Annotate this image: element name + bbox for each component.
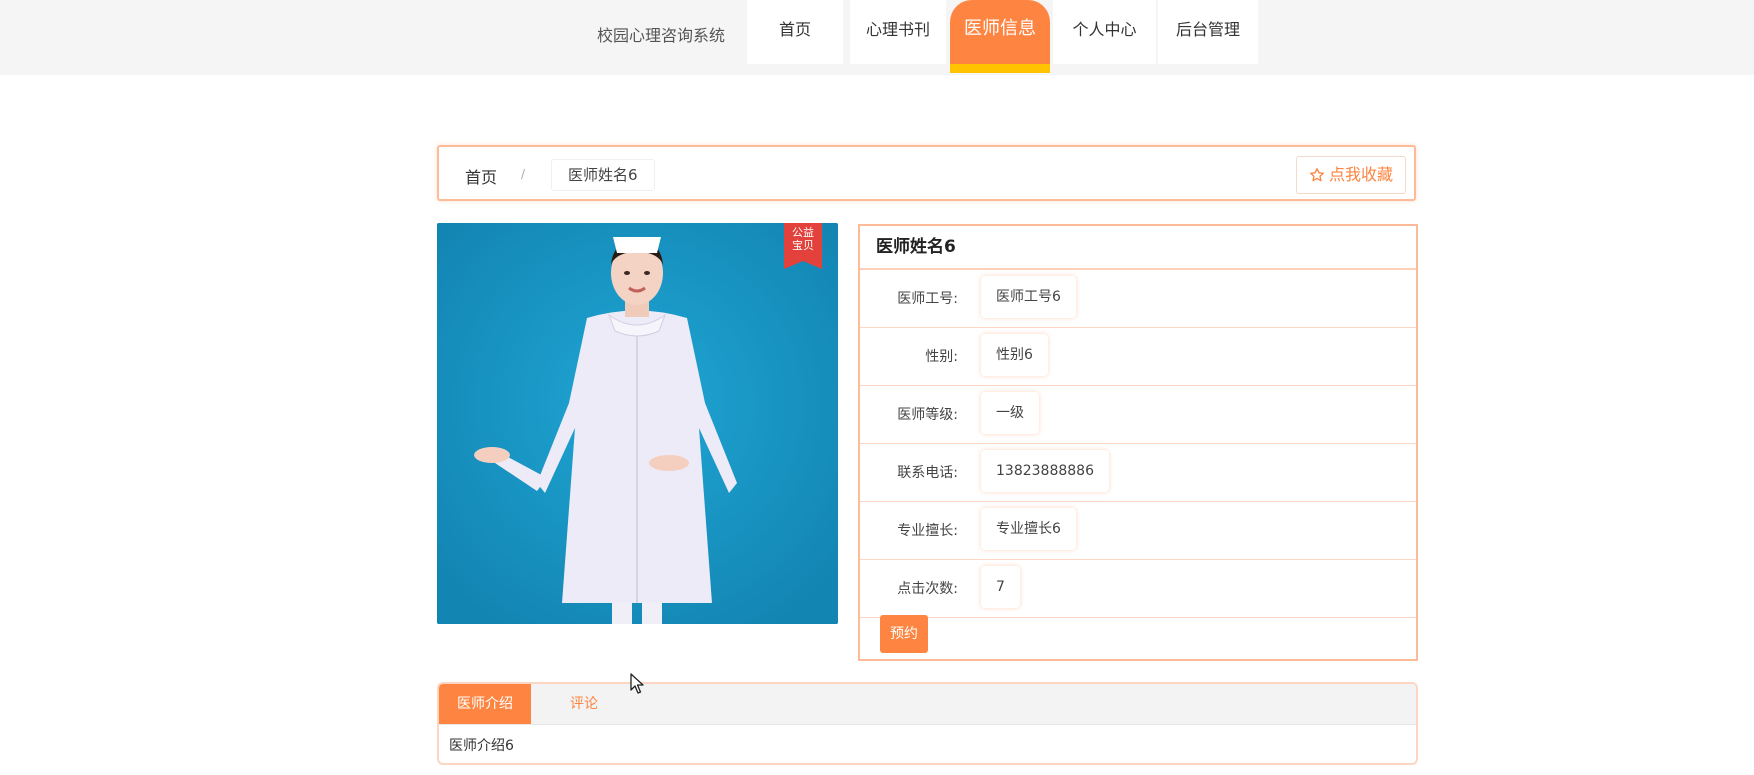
- nav-item-personal-center[interactable]: 个人中心: [1053, 0, 1156, 64]
- detail-value: 一级: [981, 392, 1039, 434]
- detail-value: 专业擅长6: [981, 508, 1076, 550]
- detail-value: 性别6: [981, 334, 1048, 376]
- book-appointment-button[interactable]: 预约: [880, 615, 928, 653]
- doctor-illustration: [437, 223, 838, 624]
- charity-badge: 公益 宝贝: [784, 223, 822, 269]
- detail-row-gender: 性别: 性别6: [860, 328, 1416, 386]
- doctor-name-title: 医师姓名6: [860, 226, 1416, 270]
- detail-label: 性别:: [925, 349, 958, 365]
- site-title: 校园心理咨询系统: [597, 26, 726, 45]
- breadcrumb: 首页 / 医师姓名6 点我收藏: [437, 145, 1416, 201]
- detail-label: 专业擅长:: [897, 523, 958, 539]
- breadcrumb-current: 医师姓名6: [551, 159, 655, 191]
- mouse-cursor-icon: [630, 673, 644, 694]
- detail-row-level: 医师等级: 一级: [860, 386, 1416, 444]
- detail-value: 7: [981, 566, 1020, 608]
- detail-row-specialty: 专业擅长: 专业擅长6: [860, 502, 1416, 560]
- tab-comments[interactable]: 评论: [531, 684, 637, 724]
- detail-row-employee-id: 医师工号: 医师工号6: [860, 270, 1416, 328]
- tab-content: 医师介绍6: [449, 738, 514, 754]
- nav-item-admin[interactable]: 后台管理: [1158, 0, 1258, 64]
- detail-label: 联系电话:: [897, 465, 958, 481]
- detail-label: 点击次数:: [897, 581, 958, 597]
- favorite-button[interactable]: 点我收藏: [1295, 156, 1406, 194]
- doctor-detail-panel: 医师姓名6 医师工号: 医师工号6 性别: 性别6 医师等级: 一级 联系电话:…: [858, 224, 1418, 661]
- detail-row-click-count: 点击次数: 7: [860, 560, 1416, 618]
- nav-item-journals[interactable]: 心理书刊: [850, 0, 946, 64]
- tab-doctor-intro[interactable]: 医师介绍: [439, 684, 531, 724]
- doctor-photo: 公益 宝贝: [437, 223, 838, 624]
- tab-header: 医师介绍 评论: [439, 684, 1416, 725]
- favorite-button-label: 点我收藏: [1328, 165, 1393, 184]
- detail-value: 医师工号6: [981, 276, 1076, 318]
- detail-row-phone: 联系电话: 13823888886: [860, 444, 1416, 502]
- detail-label: 医师等级:: [897, 407, 958, 423]
- breadcrumb-home-link[interactable]: 首页: [465, 164, 497, 188]
- nav-item-doctor-info[interactable]: 医师信息: [950, 0, 1050, 73]
- top-nav-bar: 校园心理咨询系统 首页 心理书刊 医师信息 个人中心 后台管理: [0, 0, 1754, 75]
- breadcrumb-separator: /: [521, 167, 526, 181]
- nav-item-home[interactable]: 首页: [747, 0, 843, 64]
- star-icon: [1309, 168, 1324, 182]
- detail-tabs: 医师介绍 评论 医师介绍6: [437, 682, 1418, 765]
- detail-value: 13823888886: [981, 450, 1109, 492]
- detail-label: 医师工号:: [897, 291, 958, 307]
